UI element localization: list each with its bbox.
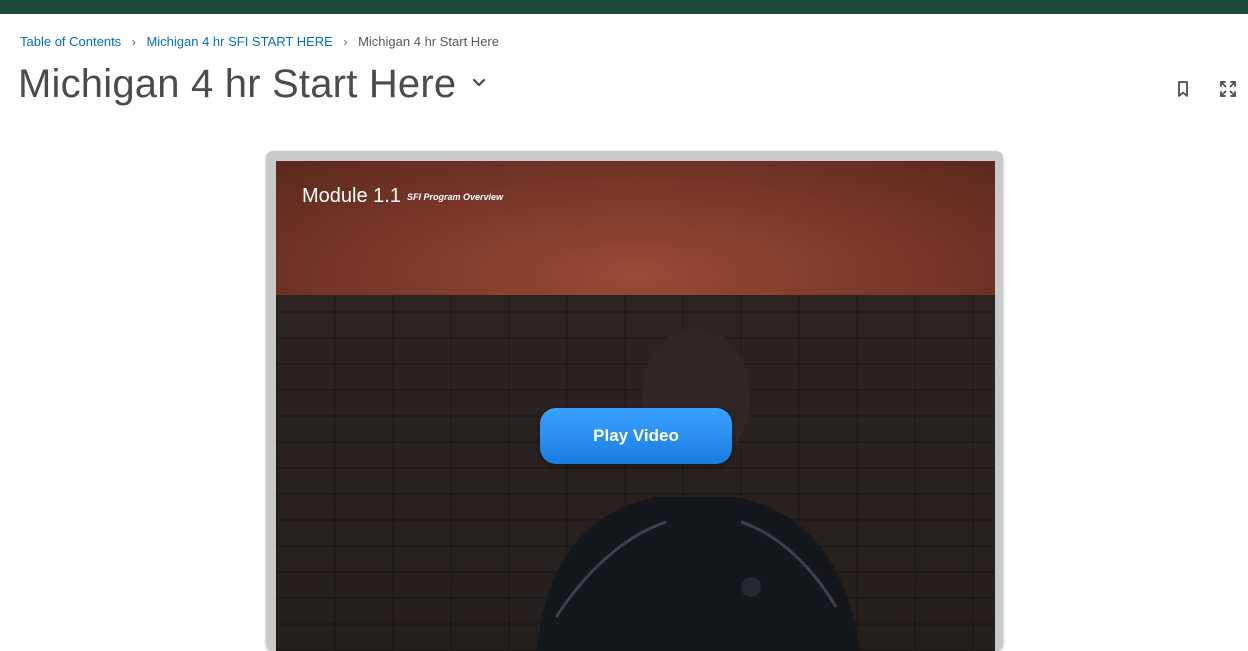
module-label: Module 1.1 [302,185,401,207]
breadcrumb: Table of Contents › Michigan 4 hr SFI ST… [20,34,499,49]
breadcrumb-link-sfi-start-here[interactable]: Michigan 4 hr SFI START HERE [146,34,332,49]
breadcrumb-separator: › [131,35,136,49]
module-title: Module 1.1 SFI Program Overview [302,185,503,208]
video-thumbnail[interactable]: Play Video [276,295,995,651]
fullscreen-icon[interactable] [1217,78,1239,100]
top-nav-bar [0,0,1248,14]
breadcrumb-separator: › [343,35,348,49]
play-video-button[interactable]: Play Video [540,408,732,464]
page-title: Michigan 4 hr Start Here [18,62,488,107]
bookmark-icon[interactable] [1172,78,1194,100]
presenter-silhouette [536,329,860,651]
breadcrumb-current: Michigan 4 hr Start Here [358,34,499,49]
chevron-down-icon[interactable] [470,74,488,92]
video-player-frame: Module 1.1 SFI Program Overview Play Vide… [266,151,1003,651]
video-player: Module 1.1 SFI Program Overview Play Vide… [276,161,995,651]
page-title-text: Michigan 4 hr Start Here [18,62,457,106]
module-subtitle: SFI Program Overview [406,191,504,202]
module-banner: Module 1.1 SFI Program Overview [276,161,995,295]
breadcrumb-link-table-of-contents[interactable]: Table of Contents [20,34,121,49]
